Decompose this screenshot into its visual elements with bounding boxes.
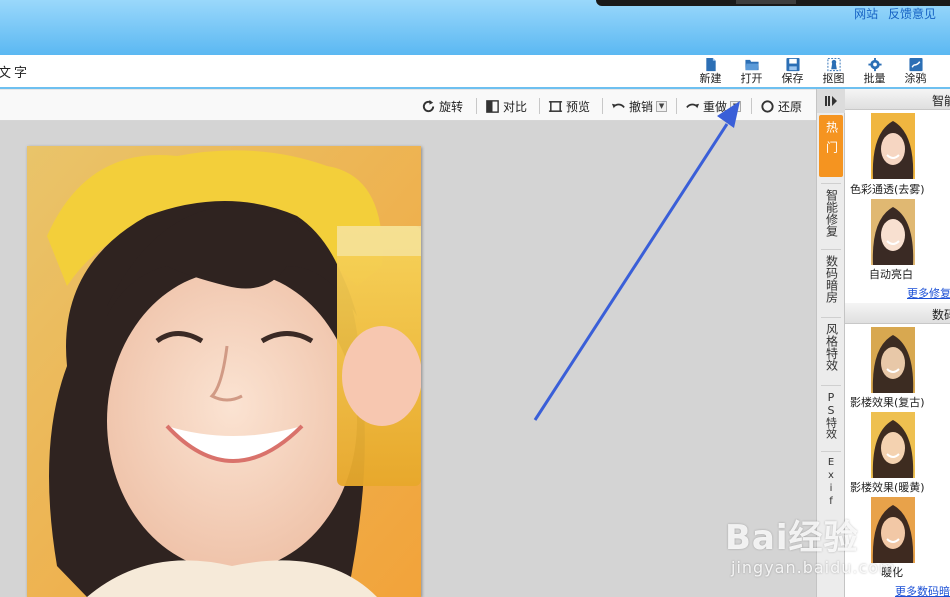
section-header-darkroom[interactable]: 数码 [845, 303, 950, 324]
new-file-icon [705, 57, 716, 72]
effect-thumb[interactable] [871, 199, 915, 265]
redo-dropdown-icon[interactable]: ▼ [730, 100, 742, 112]
tab-hot[interactable]: 热门 [819, 115, 843, 177]
feedback-link[interactable]: 反馈意见 [888, 7, 936, 21]
effect-preview-image [871, 412, 915, 478]
watermark: Bai经验 jingyan.baidu.com [725, 518, 896, 577]
effect-label[interactable]: 影楼效果(暖黄) [850, 479, 925, 495]
tab-divider [821, 385, 841, 386]
batch-gear-icon [867, 57, 882, 72]
tab-divider [821, 451, 841, 452]
open-folder-icon [744, 59, 759, 71]
preview-icon [548, 100, 563, 112]
compare-button[interactable]: 对比 [485, 97, 527, 115]
collapse-icon [825, 96, 837, 106]
effect-thumb[interactable] [871, 113, 915, 179]
open-button[interactable]: 打开 [731, 55, 772, 87]
rotate-button[interactable]: 旋转 [421, 97, 463, 115]
new-button[interactable]: 新建 [690, 55, 731, 87]
effect-label[interactable]: 自动亮白 [869, 266, 913, 282]
effect-preview-image [871, 327, 915, 393]
more-repair-link[interactable]: 更多修复 [907, 285, 950, 301]
website-link[interactable]: 网站 [854, 7, 878, 21]
restore-button[interactable]: 还原 [760, 97, 802, 115]
toolbar-divider [476, 98, 477, 114]
preview-button[interactable]: 预览 [548, 97, 590, 115]
title-bar: 网站 反馈意见 [0, 0, 950, 55]
redo-icon [686, 103, 700, 108]
main-toolbar: 文字 新建 打开 保存 抠图 批量 涂鸦 裁 [0, 55, 950, 89]
effect-preview-image [871, 113, 915, 179]
undo-dropdown-icon[interactable]: ▼ [656, 100, 668, 112]
save-icon [785, 57, 800, 72]
section-header-smart[interactable]: 智能 [845, 89, 950, 110]
portrait-image [27, 146, 421, 597]
effect-label[interactable]: 色彩通透(去雾) [850, 181, 925, 197]
tab-divider [821, 317, 841, 318]
toolbar-divider [751, 98, 752, 114]
edit-toolbar: 旋转 对比 预览 撤销 ▼ 重做 ▼ 还原 [0, 89, 816, 121]
collapse-panel-button[interactable] [817, 89, 845, 113]
doodle-icon [908, 57, 923, 72]
tab-text[interactable]: 文字 [0, 62, 30, 81]
cutout-icon [826, 57, 841, 72]
effect-thumb[interactable] [871, 412, 915, 478]
top-links: 网站 反馈意见 [848, 5, 936, 22]
redo-button[interactable]: 重做 ▼ [685, 97, 742, 115]
toolbar-divider [676, 98, 677, 114]
edited-photo[interactable] [27, 146, 421, 597]
toolbar-divider [602, 98, 603, 114]
doodle-button[interactable]: 涂鸦 [895, 55, 936, 87]
rotate-icon [422, 99, 435, 112]
canvas-area[interactable] [0, 122, 816, 597]
tab-divider [821, 183, 841, 184]
tab-style-effects[interactable]: 风格特效 [819, 323, 843, 381]
tab-smart-repair[interactable]: 智能修复 [819, 189, 843, 247]
toolbar-divider [539, 98, 540, 114]
tab-exif[interactable]: Exif [819, 457, 843, 515]
tool-group: 新建 打开 保存 抠图 批量 涂鸦 裁 [690, 55, 950, 87]
effect-preview-image [871, 199, 915, 265]
undo-button[interactable]: 撤销 ▼ [611, 97, 668, 115]
tab-darkroom[interactable]: 数码暗房 [819, 255, 843, 313]
crop-button[interactable]: 裁 [936, 55, 950, 87]
tab-ps-effects[interactable]: PS特效 [819, 391, 843, 449]
effect-thumb[interactable] [871, 327, 915, 393]
tab-divider [821, 249, 841, 250]
restore-icon [761, 99, 774, 113]
batch-button[interactable]: 批量 [854, 55, 895, 87]
save-button[interactable]: 保存 [772, 55, 813, 87]
effect-label[interactable]: 影楼效果(复古) [850, 394, 925, 410]
cutout-button[interactable]: 抠图 [813, 55, 854, 87]
compare-icon [486, 99, 499, 113]
undo-icon [611, 103, 625, 108]
